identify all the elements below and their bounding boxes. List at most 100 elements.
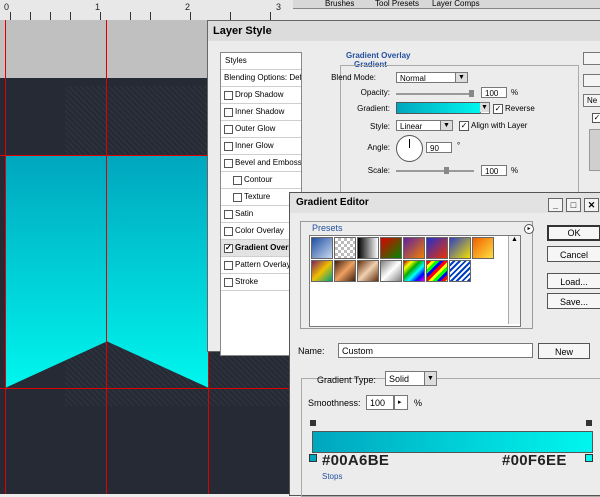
style-item-label: Blending Options: Default [224, 73, 301, 82]
scale-slider-handle[interactable] [444, 167, 449, 174]
style-item[interactable]: Bevel and Emboss [221, 155, 301, 172]
color-stop-end[interactable] [585, 454, 593, 462]
preset-swatch[interactable] [311, 237, 333, 259]
gradient-type-select[interactable]: Solid ▼ [385, 371, 437, 386]
style-item[interactable]: Drop Shadow [221, 87, 301, 104]
preset-swatch[interactable] [426, 237, 448, 259]
preset-swatch[interactable] [449, 237, 471, 259]
style-item-checkbox[interactable] [224, 261, 233, 270]
chevron-down-icon: ▼ [455, 73, 467, 82]
tab-tool-presets[interactable]: Tool Presets [375, 0, 419, 8]
chevron-right-icon: ▸ [398, 399, 402, 406]
angle-input[interactable]: 90 [426, 142, 452, 153]
ruler-number: 3 [276, 2, 282, 12]
style-item[interactable]: Blending Options: Default [221, 70, 301, 87]
style-item[interactable]: Inner Glow [221, 138, 301, 155]
gradient-label: Gradient: [357, 104, 390, 113]
chevron-down-icon: ▼ [424, 372, 436, 385]
gradient-overlay-group: Gradient Overlay Gradient Blend Mode: No… [331, 51, 579, 201]
reverse-checkbox[interactable]: ✓ [493, 104, 503, 114]
gradient-preview[interactable] [396, 102, 481, 114]
guide-line [106, 20, 107, 494]
blend-mode-label: Blend Mode: [331, 73, 376, 82]
smoothness-stepper[interactable]: ▸ [394, 395, 408, 410]
chevron-down-icon: ▼ [440, 121, 452, 130]
new-style-button[interactable]: Ne [583, 94, 600, 107]
minimize-button[interactable]: _ [548, 198, 563, 212]
opacity-slider[interactable] [396, 93, 474, 95]
palette-tabs: Brushes Tool Presets Layer Comps [293, 0, 600, 9]
load-button[interactable]: Load... [547, 273, 600, 289]
ok-button[interactable] [583, 52, 600, 65]
preset-swatch[interactable] [357, 260, 379, 282]
preset-swatch[interactable] [403, 237, 425, 259]
style-item-checkbox[interactable] [224, 125, 233, 134]
gradient-picker[interactable]: ▼ [480, 102, 490, 114]
opacity-stop-start[interactable] [310, 420, 316, 426]
align-with-layer-checkbox[interactable]: ✓ [459, 121, 469, 131]
opacity-label: Opacity: [360, 88, 390, 97]
opacity-slider-handle[interactable] [469, 90, 474, 97]
angle-dial[interactable] [396, 135, 423, 162]
preset-swatch[interactable] [449, 260, 471, 282]
align-with-layer-label: Align with Layer [471, 121, 528, 130]
scale-slider[interactable] [396, 170, 474, 172]
save-button[interactable]: Save... [547, 293, 600, 309]
style-item-label: Inner Shadow [235, 107, 285, 116]
preset-swatch[interactable] [472, 237, 494, 259]
preset-swatch[interactable] [334, 237, 356, 259]
style-item-checkbox[interactable] [224, 108, 233, 117]
gradient-ramp[interactable] [312, 431, 593, 453]
cancel-button[interactable] [583, 74, 600, 87]
style-item-label: Inner Glow [235, 141, 274, 150]
color-stop-start[interactable] [309, 454, 317, 462]
ok-button[interactable]: OK [547, 225, 600, 241]
name-input[interactable]: Custom [338, 343, 533, 358]
styles-header[interactable]: Styles [221, 53, 301, 70]
style-item[interactable]: Outer Glow [221, 121, 301, 138]
preset-swatch[interactable] [334, 260, 356, 282]
maximize-button[interactable]: □ [566, 198, 581, 212]
tab-layer-comps[interactable]: Layer Comps [432, 0, 480, 8]
tab-brushes[interactable]: Brushes [325, 0, 354, 8]
preset-grid: ▲ [309, 235, 521, 327]
opacity-unit: % [511, 88, 519, 97]
preset-scrollbar[interactable]: ▲ [508, 236, 520, 324]
ruler-number: 2 [185, 2, 191, 12]
opacity-input[interactable]: 100 [481, 87, 507, 98]
preset-swatch[interactable] [357, 237, 379, 259]
style-item[interactable]: Contour [221, 172, 301, 189]
presets-menu-icon[interactable]: ▸ [524, 224, 534, 234]
cancel-button[interactable]: Cancel [547, 246, 600, 262]
stops-label: Stops [322, 472, 343, 481]
new-button[interactable]: New [538, 343, 590, 359]
style-item-checkbox[interactable] [224, 278, 233, 287]
blend-mode-select[interactable]: Normal ▼ [396, 72, 468, 83]
preset-swatch[interactable] [380, 237, 402, 259]
preset-swatch[interactable] [311, 260, 333, 282]
style-item-checkbox[interactable] [233, 176, 242, 185]
preset-swatch[interactable] [403, 260, 425, 282]
chevron-down-icon: ▼ [480, 103, 489, 112]
opacity-stop-end[interactable] [586, 420, 592, 426]
preset-swatch[interactable] [426, 260, 448, 282]
preset-swatch[interactable] [380, 260, 402, 282]
preview-checkbox[interactable]: ✓ [592, 113, 600, 123]
style-item-checkbox[interactable] [224, 159, 233, 168]
style-item[interactable]: Inner Shadow [221, 104, 301, 121]
presets-group: Presets ▸ ▲ [300, 221, 534, 329]
degree-unit: ° [457, 141, 461, 150]
style-item-checkbox[interactable] [224, 142, 233, 151]
scale-unit: % [511, 166, 519, 175]
scale-input[interactable]: 100 [481, 165, 507, 176]
style-item-checkbox[interactable] [224, 227, 233, 236]
style-item-checkbox[interactable] [224, 91, 233, 100]
gradient-editor-dialog: Gradient Editor _ □ ✕ Presets ▸ ▲ OK Cance [289, 192, 600, 497]
style-item-checkbox[interactable] [224, 210, 233, 219]
smoothness-input[interactable]: 100 [366, 395, 394, 410]
style-item-checkbox[interactable] [224, 240, 233, 256]
style-select[interactable]: Linear ▼ [396, 120, 453, 131]
style-item-checkbox[interactable] [233, 193, 242, 202]
style-item-label: Bevel and Emboss [235, 158, 301, 167]
close-button[interactable]: ✕ [584, 198, 599, 212]
